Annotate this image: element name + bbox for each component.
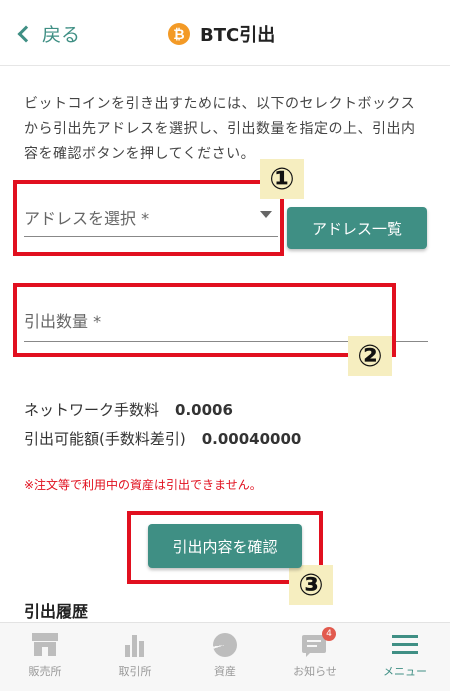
network-fee-row: ネットワーク手数料 0.0006 <box>24 399 233 420</box>
instructions-text: ビットコインを引き出すためには、以下のセレクトボックスから引出先アドレスを選択し… <box>24 96 416 162</box>
annotation-box-2 <box>13 283 396 357</box>
tab-label: メニュー <box>383 665 427 678</box>
warning-text: ※注文等で利用中の資産は引出できません。 <box>24 478 262 492</box>
tab-label: 取引所 <box>118 665 152 678</box>
page-title: BTC引出 <box>200 25 276 46</box>
bar-chart-icon <box>122 633 148 657</box>
header: 戻る ₿ BTC引出 <box>0 0 450 66</box>
page-title-group: ₿ BTC引出 <box>168 21 275 47</box>
withdrawal-history-heading: 引出履歴 <box>24 602 89 621</box>
tab-label: お知らせ <box>293 665 337 678</box>
annotation-number-3: ③ <box>289 565 333 605</box>
tab-notifications[interactable]: 4 お知らせ <box>270 623 360 691</box>
tab-label: 資産 <box>214 665 236 678</box>
tab-assets[interactable]: 資産 <box>180 623 270 691</box>
available-amount-label: 引出可能額(手数料差引) <box>24 430 186 448</box>
back-button[interactable]: 戻る <box>16 20 80 47</box>
available-amount-row: 引出可能額(手数料差引) 0.00040000 <box>24 428 301 449</box>
menu-icon <box>392 633 418 657</box>
annotation-number-1: ① <box>260 159 304 199</box>
confirm-withdrawal-button[interactable]: 引出内容を確認 <box>148 524 302 568</box>
pie-chart-icon <box>213 633 237 657</box>
message-icon: 4 <box>302 627 336 657</box>
tab-exchange[interactable]: 取引所 <box>90 623 180 691</box>
tab-menu[interactable]: メニュー <box>360 623 450 691</box>
annotation-number-2: ② <box>348 336 392 376</box>
network-fee-value: 0.0006 <box>175 400 233 419</box>
notification-badge: 4 <box>322 627 336 641</box>
tab-label: 販売所 <box>28 665 62 678</box>
address-list-button[interactable]: アドレス一覧 <box>287 207 427 249</box>
shop-icon <box>32 633 58 657</box>
available-amount-value: 0.00040000 <box>201 429 302 448</box>
bottom-tab-bar: 販売所 取引所 資産 4 お知らせ メニュー <box>0 622 450 691</box>
back-label: 戻る <box>42 24 81 46</box>
bitcoin-icon: ₿ <box>168 23 190 45</box>
chevron-left-icon <box>17 25 35 42</box>
annotation-box-1 <box>13 180 284 256</box>
tab-shop[interactable]: 販売所 <box>0 623 90 691</box>
network-fee-label: ネットワーク手数料 <box>24 401 160 419</box>
